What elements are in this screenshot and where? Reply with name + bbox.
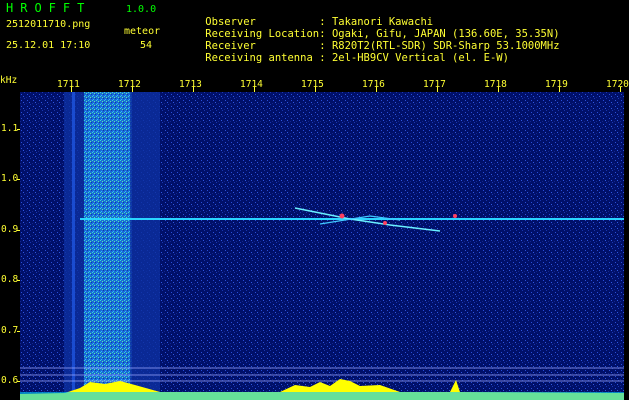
time-tick-label: 1718 (484, 79, 507, 90)
time-tick-label: 1714 (240, 79, 263, 90)
info-key: Receiving antenna (205, 52, 313, 64)
app-version: 1.0.0 (126, 4, 157, 15)
frequency-tick-label: 1.1 (1, 123, 19, 134)
time-tick-label: 1712 (118, 79, 141, 90)
time-tick-label: 1720 (606, 79, 629, 90)
noise-stripe (72, 92, 75, 400)
meteor-count: 54 (140, 40, 153, 51)
spectrogram-plot (20, 92, 624, 400)
timestamp-label: 25.12.01 17:10 (6, 40, 91, 51)
frequency-tick-label: 0.6 (1, 375, 19, 386)
info-row-antenna: Receiving antenna : 2el-HB9CV Vertical (e… (180, 40, 509, 76)
time-tick-label: 1719 (545, 79, 568, 90)
meteor-head (383, 221, 387, 225)
header-panel: HROFFT 1.0.0 2512011710.png 25.12.01 17:… (0, 0, 629, 64)
app-name: HROFFT (6, 1, 92, 15)
noise-band (84, 92, 132, 400)
frequency-tick-label: 0.8 (1, 274, 19, 286)
time-tick-label: 1711 (57, 79, 80, 90)
frequency-tick-label: 0.9 (1, 223, 19, 235)
level-base (20, 392, 624, 400)
frequency-tick-label: 0.7 (1, 324, 19, 336)
time-tick-label: 1715 (301, 79, 324, 90)
noise-band-right-fringe (130, 92, 160, 400)
time-tick-label: 1717 (423, 79, 446, 90)
frequency-unit-label: kHz (0, 75, 18, 86)
meteor-label: meteor (124, 26, 161, 37)
meteor-head (453, 214, 457, 218)
info-value: : 2el-HB9CV Vertical (el. E-W) (319, 52, 509, 64)
frequency-tick-label: 1.0 (1, 173, 19, 185)
time-tick-label: 1713 (179, 79, 202, 90)
meteor-head (339, 213, 345, 219)
time-tick-label: 1716 (362, 79, 385, 90)
filename-label: 2512011710.png (6, 19, 91, 30)
